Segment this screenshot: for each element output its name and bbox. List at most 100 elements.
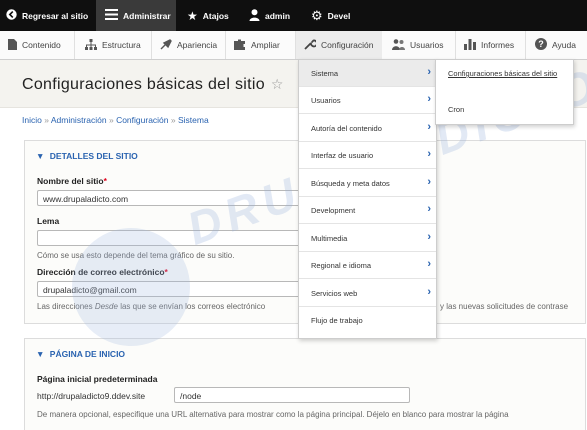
system-submenu: Configuraciones básicas del sitio Cron	[435, 59, 574, 125]
user-tab[interactable]: admin	[249, 0, 290, 31]
email-hint: Las direcciones Desde las que se envían …	[37, 302, 265, 311]
tray-item-content[interactable]: Contenido	[8, 31, 61, 59]
help-icon: ?	[535, 38, 547, 52]
user-label: admin	[265, 10, 291, 21]
email-hint-emphasis: Desde	[94, 302, 118, 311]
menu-item-label: Servicios web	[311, 289, 358, 298]
email-input[interactable]: drupaladicto@gmail.com	[37, 281, 301, 297]
front-page-summary-text: PÁGINA DE INICIO	[49, 349, 126, 359]
site-name-label: Nombre del sitio*	[37, 176, 107, 186]
gear-icon: ⚙	[311, 7, 323, 23]
manage-tab[interactable]: Administrar	[96, 0, 176, 31]
configuration-dropdown: Sistema › Usuarios › Autoría del conteni…	[298, 59, 437, 339]
chevron-right-icon: ›	[427, 286, 431, 298]
menu-item-system[interactable]: Sistema ›	[299, 60, 436, 87]
shortcut-star-icon[interactable]: ☆	[271, 76, 284, 92]
admin-toolbar: Regresar al sitio Administrar ★ Atajos a…	[0, 0, 587, 31]
document-icon	[8, 38, 17, 52]
front-page-hint: De manera opcional, especifique una URL …	[37, 410, 509, 419]
tray-label-appearance: Apariencia	[177, 40, 218, 50]
front-page-summary[interactable]: ▼ PÁGINA DE INICIO	[36, 349, 125, 359]
breadcrumb-config[interactable]: Configuración	[116, 115, 168, 125]
submenu-item-cron[interactable]: Cron	[448, 105, 464, 114]
menu-item-search-metadata[interactable]: Búsqueda y meta datos ›	[299, 170, 436, 197]
slogan-input[interactable]	[37, 230, 301, 246]
email-hint-part: Las direcciones	[37, 302, 93, 311]
bar-chart-icon	[464, 38, 476, 52]
email-hint-tail: y las nuevas solicitudes de contrase	[440, 302, 569, 311]
shortcuts-tab[interactable]: ★ Atajos	[187, 0, 229, 31]
devel-tab[interactable]: ⚙ Devel	[311, 0, 350, 31]
puzzle-icon	[234, 39, 246, 52]
tray-item-structure[interactable]: Estructura	[85, 31, 141, 59]
breadcrumb: Inicio » Administración » Configuración …	[22, 115, 209, 125]
tray-item-help[interactable]: ? Ayuda	[535, 31, 576, 59]
menu-item-user-interface[interactable]: Interfaz de usuario ›	[299, 142, 436, 169]
tray-label-people: Usuarios	[410, 40, 444, 50]
chevron-right-icon: ›	[427, 148, 431, 160]
menu-item-label: Sistema	[311, 69, 339, 78]
required-marker: *	[164, 267, 168, 277]
page-title: Configuraciones básicas del sitio ☆	[22, 76, 284, 94]
back-to-site-link[interactable]: Regresar al sitio	[6, 0, 88, 31]
site-name-label-text: Nombre del sitio	[37, 176, 104, 186]
menu-item-content-authoring[interactable]: Autoría del contenido ›	[299, 115, 436, 142]
sitemap-icon	[85, 38, 97, 52]
site-details-summary-text: DETALLES DEL SITIO	[49, 151, 138, 161]
slogan-hint: Cómo se usa esto depende del tema gráfic…	[37, 251, 235, 260]
email-hint-part: las que se envían los correos electrónic…	[120, 302, 266, 311]
chevron-right-icon: ›	[427, 176, 431, 188]
tray-label-help: Ayuda	[552, 40, 576, 50]
tray-divider	[151, 31, 152, 59]
tray-item-appearance[interactable]: Apariencia	[160, 31, 217, 59]
breadcrumb-admin[interactable]: Administración	[51, 115, 107, 125]
manage-label: Administrar	[123, 10, 171, 21]
front-page-prefix: http://drupaladicto9.ddev.site	[37, 391, 146, 401]
breadcrumb-home[interactable]: Inicio	[22, 115, 42, 125]
submenu-item-basic-site-settings[interactable]: Configuraciones básicas del sitio	[448, 69, 566, 78]
back-to-site-label: Regresar al sitio	[22, 10, 89, 21]
hamburger-icon	[105, 9, 118, 22]
site-details-summary[interactable]: ▼ DETALLES DEL SITIO	[36, 151, 138, 161]
menu-item-regional[interactable]: Regional e idioma ›	[299, 252, 436, 279]
tray-label-structure: Estructura	[102, 40, 141, 50]
tray-label-configuration: Configuración	[321, 40, 374, 50]
tray-item-extend[interactable]: Ampliar	[234, 31, 280, 59]
menu-item-label: Autoría del contenido	[311, 124, 382, 133]
menu-item-development[interactable]: Development ›	[299, 197, 436, 224]
front-page-input[interactable]: /node	[174, 387, 410, 403]
front-page-label: Página inicial predeterminada	[37, 374, 158, 384]
back-arrow-icon	[6, 9, 17, 22]
devel-label: Devel	[327, 10, 351, 21]
tray-divider	[455, 31, 456, 59]
tray-item-reports[interactable]: Informes	[464, 31, 514, 59]
email-label-text: Dirección de correo electrónico	[37, 267, 165, 277]
tray-label-extend: Ampliar	[251, 40, 280, 50]
chevron-right-icon: ›	[427, 121, 431, 133]
user-icon	[249, 8, 260, 23]
chevron-right-icon: ›	[427, 66, 431, 78]
site-name-input[interactable]: www.drupaladicto.com	[37, 190, 301, 206]
svg-text:?: ?	[538, 39, 544, 49]
tray-divider	[525, 31, 526, 59]
menu-item-label: Flujo de trabajo	[311, 316, 363, 325]
star-icon: ★	[187, 8, 198, 23]
menu-item-workflow[interactable]: Flujo de trabajo	[299, 307, 436, 334]
menu-item-label: Interfaz de usuario	[311, 151, 374, 160]
menu-item-label: Búsqueda y meta datos	[311, 179, 390, 188]
menu-item-web-services[interactable]: Servicios web ›	[299, 280, 436, 307]
breadcrumb-system[interactable]: Sistema	[178, 115, 209, 125]
shortcuts-label: Atajos	[202, 10, 229, 21]
menu-item-media[interactable]: Multimedia ›	[299, 225, 436, 252]
slogan-label: Lema	[37, 216, 60, 226]
chevron-right-icon: ›	[427, 203, 431, 215]
tray-item-people[interactable]: Usuarios	[392, 31, 444, 59]
menu-item-users[interactable]: Usuarios ›	[299, 87, 436, 114]
tray-label-content: Contenido	[22, 40, 61, 50]
menu-item-label: Usuarios	[311, 96, 341, 105]
collapse-triangle-icon: ▼	[36, 151, 45, 161]
tray-divider	[225, 31, 226, 59]
tray-item-configuration[interactable]: Configuración	[296, 31, 382, 59]
wrench-icon	[304, 38, 318, 52]
chevron-right-icon: ›	[427, 231, 431, 243]
